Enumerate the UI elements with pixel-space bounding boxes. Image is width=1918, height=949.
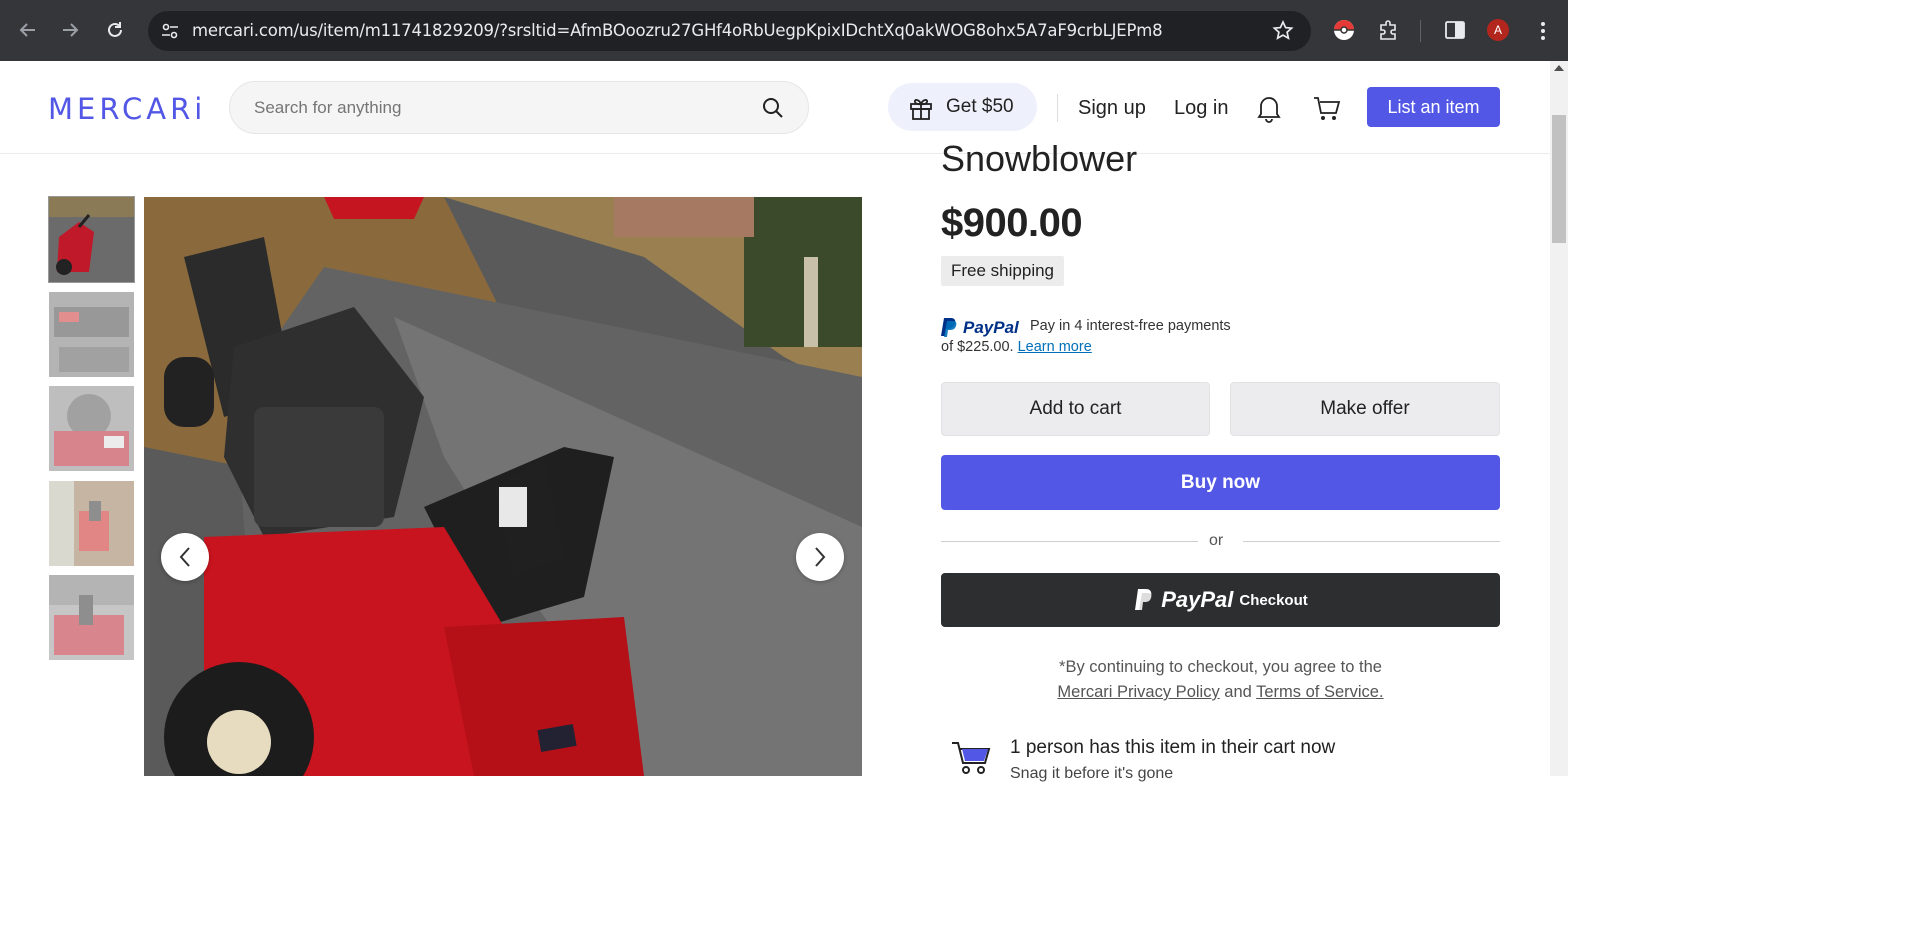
bookmark-star-icon[interactable] — [1271, 19, 1295, 43]
buy-now-button[interactable]: Buy now — [941, 455, 1500, 510]
add-to-cart-button[interactable]: Add to cart — [941, 382, 1210, 436]
paypal-line-2: of $225.00. Learn more — [941, 339, 1092, 355]
notifications-bell-icon[interactable] — [1255, 93, 1283, 123]
browser-toolbar: mercari.com/us/item/m11741829209/?srslti… — [0, 0, 1568, 61]
or-text: or — [1209, 532, 1224, 549]
cart-notice-subtext: Snag it before it's gone — [1010, 765, 1174, 782]
checkout-terms: *By continuing to checkout, you agree to… — [941, 655, 1500, 705]
thumbnail-4[interactable] — [49, 481, 134, 566]
paypal-checkout-label: Checkout — [1239, 591, 1308, 609]
sign-up-link[interactable]: Sign up — [1078, 97, 1146, 120]
extensions-puzzle-icon[interactable] — [1376, 17, 1402, 43]
promo-label: Get $50 — [946, 96, 1014, 117]
scroll-up-arrow-icon[interactable] — [1554, 65, 1564, 71]
scrollbar-thumb[interactable] — [1552, 115, 1566, 243]
paypal-logo-text: PayPal — [963, 318, 1020, 337]
gift-icon — [910, 99, 932, 120]
thumbnail-3[interactable] — [49, 386, 134, 471]
paypal-checkout-brand: PayPal — [1161, 587, 1234, 612]
item-price: $900.00 — [941, 201, 1083, 245]
paypal-amount-text: of $225.00. — [941, 339, 1014, 355]
thumbnail-1[interactable] — [48, 196, 135, 283]
site-settings-icon[interactable] — [160, 21, 180, 41]
or-divider: or — [941, 531, 1500, 553]
page-scrollbar[interactable] — [1550, 61, 1568, 776]
make-offer-button[interactable]: Make offer — [1230, 382, 1500, 436]
url-text[interactable]: mercari.com/us/item/m11741829209/?srslti… — [192, 21, 1163, 40]
get-50-promo-button[interactable]: Get $50 — [888, 83, 1037, 131]
terms-of-service-link[interactable]: Terms of Service. — [1256, 683, 1383, 701]
reload-icon[interactable] — [101, 16, 129, 44]
terms-and-text: and — [1224, 683, 1252, 701]
item-title: Snowblower — [941, 138, 1138, 179]
log-in-link[interactable]: Log in — [1174, 97, 1229, 120]
side-panel-icon[interactable] — [1442, 17, 1468, 43]
header-divider — [1057, 94, 1058, 122]
main-product-photo[interactable] — [144, 197, 862, 776]
next-photo-button[interactable] — [796, 533, 844, 581]
paypal-logo: PayPal — [941, 318, 1020, 337]
address-bar[interactable]: mercari.com/us/item/m11741829209/?srslti… — [148, 11, 1311, 51]
free-shipping-badge: Free shipping — [941, 256, 1065, 286]
toolbar-divider — [1420, 20, 1421, 42]
chevron-left-icon — [179, 547, 190, 567]
search-bar[interactable] — [229, 81, 809, 134]
site-header: MERCARi Get $50 Sign up Log in List an i… — [0, 61, 1550, 154]
forward-icon[interactable] — [56, 16, 84, 44]
cart-notice-headline: 1 person has this item in their cart now — [1010, 737, 1336, 758]
terms-prefix: *By continuing to checkout, you agree to… — [1059, 658, 1382, 676]
profile-avatar[interactable]: A — [1487, 19, 1509, 41]
paypal-checkout-button[interactable]: PayPal Checkout — [941, 573, 1500, 627]
paypal-p-icon — [1135, 589, 1152, 610]
or-divider-line-left — [941, 541, 1198, 542]
cart-icon[interactable] — [1312, 93, 1342, 123]
paypal-line-1: Pay in 4 interest-free payments — [1030, 318, 1231, 334]
or-divider-line-right — [1243, 541, 1500, 542]
learn-more-link[interactable]: Learn more — [1018, 339, 1092, 355]
thumbnail-5[interactable] — [49, 575, 134, 660]
search-icon[interactable] — [762, 97, 784, 119]
back-icon[interactable] — [14, 16, 42, 44]
previous-photo-button[interactable] — [161, 533, 209, 581]
privacy-policy-link[interactable]: Mercari Privacy Policy — [1057, 683, 1219, 701]
list-an-item-button[interactable]: List an item — [1367, 87, 1500, 127]
browser-menu-icon[interactable] — [1533, 20, 1553, 42]
thumbnail-2[interactable] — [49, 292, 134, 377]
chevron-right-icon — [815, 547, 826, 567]
search-input[interactable] — [254, 96, 734, 120]
pokeball-extension-icon[interactable] — [1331, 17, 1357, 43]
shopping-cart-icon — [952, 742, 991, 774]
mercari-logo[interactable]: MERCARi — [48, 92, 206, 126]
